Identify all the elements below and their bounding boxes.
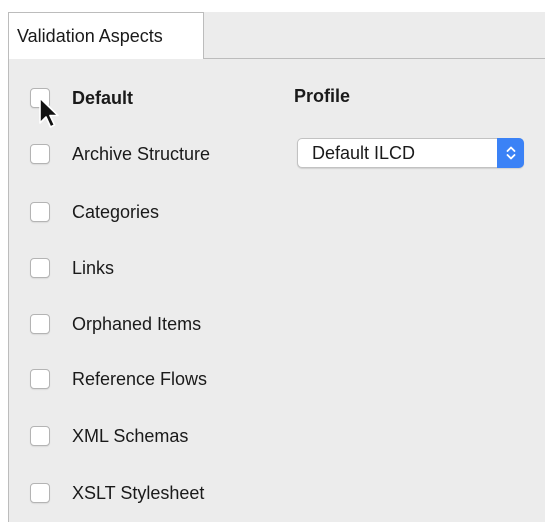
- aspect-label: XSLT Stylesheet: [72, 482, 205, 503]
- links-checkbox[interactable]: [30, 258, 50, 278]
- aspect-label: XML Schemas: [72, 425, 189, 446]
- aspect-row-orphaned-items: Orphaned Items: [30, 310, 201, 338]
- xml-schemas-checkbox[interactable]: [30, 426, 50, 446]
- aspect-label: Archive Structure: [72, 143, 211, 164]
- chevron-up-down-icon[interactable]: [497, 138, 524, 168]
- aspect-label: Links: [72, 257, 115, 278]
- archive-structure-checkbox[interactable]: [30, 144, 50, 164]
- aspect-row-categories: Categories: [30, 198, 159, 226]
- mouse-pointer-icon: [39, 97, 59, 128]
- aspect-label: Orphaned Items: [72, 313, 202, 334]
- aspect-row-links: Links: [30, 254, 114, 282]
- validation-aspects-panel: [9, 59, 545, 522]
- aspect-row-reference-flows: Reference Flows: [30, 365, 207, 393]
- aspect-label: Reference Flows: [72, 368, 208, 389]
- profile-select-value: Default ILCD: [312, 143, 416, 163]
- profile-heading: Profile: [294, 86, 351, 106]
- reference-flows-checkbox[interactable]: [30, 369, 50, 389]
- xslt-stylesheet-checkbox[interactable]: [30, 483, 50, 503]
- tab-validation-aspects[interactable]: Validation Aspects: [8, 12, 204, 59]
- validation-window: Validation Aspects Default Profile Archi…: [0, 0, 545, 522]
- default-label: Default: [72, 87, 134, 108]
- aspect-label: Categories: [72, 201, 160, 222]
- profile-select[interactable]: Default ILCD: [297, 138, 524, 168]
- tab-strip: Validation Aspects: [8, 12, 545, 59]
- categories-checkbox[interactable]: [30, 202, 50, 222]
- aspect-row-archive-structure: Archive Structure: [30, 140, 210, 168]
- orphaned-items-checkbox[interactable]: [30, 314, 50, 334]
- aspect-row-xslt-stylesheet: XSLT Stylesheet: [30, 479, 204, 507]
- aspect-row-xml-schemas: XML Schemas: [30, 422, 188, 450]
